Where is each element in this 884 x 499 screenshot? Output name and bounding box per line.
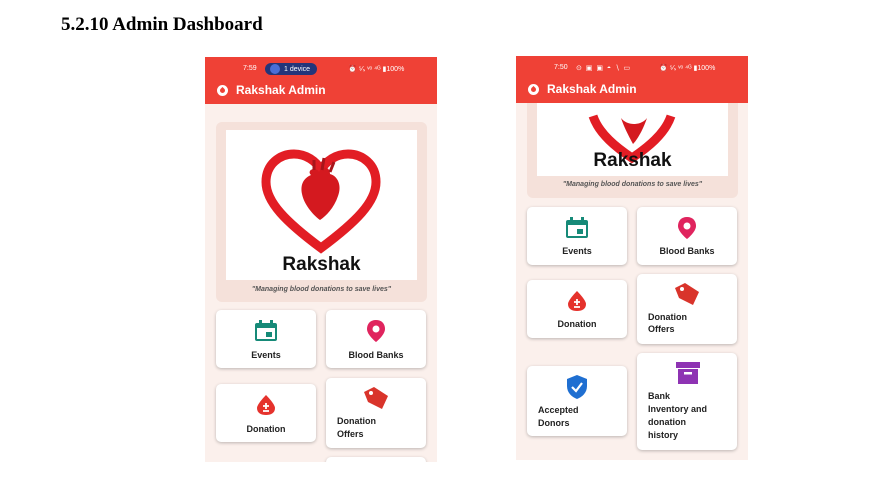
- bank-inventory-label-2: Inventory and: [648, 404, 708, 414]
- status-right: ⏰ ⁵⁄ₛ ᵛᵒ ⁴ᴳ ▮100%: [659, 65, 716, 72]
- logo-card: Rakshak "Managing blood donations to sav…: [216, 122, 427, 302]
- blood-drop-icon: [528, 83, 539, 95]
- inventory-box-icon: [676, 362, 700, 384]
- brand-name: Rakshak: [593, 150, 672, 171]
- status-time: 7:59: [243, 65, 257, 72]
- donation-label: Donation: [246, 424, 286, 434]
- events-label: Events: [251, 350, 281, 360]
- tag-icon: [675, 283, 699, 305]
- tagline: "Managing blood donations to save lives": [251, 286, 392, 293]
- logo-image: Rakshak: [226, 130, 417, 280]
- blood-banks-tile[interactable]: Blood Banks: [637, 207, 737, 265]
- bank-inventory-label-3: donation: [648, 417, 686, 427]
- blood-banks-tile[interactable]: Blood Banks: [326, 310, 426, 368]
- calendar-icon: [255, 320, 277, 341]
- bank-inventory-tile[interactable]: Bank Inventory and donation history: [637, 353, 737, 450]
- app-bar: 7:59 1 device ⏰ ⁵⁄ₛ ᵛᵒ ⁴ᴳ ▮100% Rakshak …: [205, 57, 437, 104]
- donation-offers-label-1: Donation: [648, 312, 687, 322]
- app-title: Rakshak Admin: [547, 82, 637, 96]
- events-label: Events: [562, 246, 592, 256]
- events-tile[interactable]: Events: [527, 207, 627, 265]
- accepted-donors-label-2: Donors: [538, 418, 570, 428]
- app-bar: 7:50 ⊙ ▣ ▣ ◓ ∖ ▭ ⏰ ⁵⁄ₛ ᵛᵒ ⁴ᴳ ▮100% Raksh…: [516, 56, 748, 103]
- brand-name: Rakshak: [282, 254, 361, 275]
- app-title-row: Rakshak Admin: [217, 83, 326, 97]
- tagline: "Managing blood donations to save lives": [562, 181, 703, 188]
- phone-screenshot-2: Rakshak "Managing blood donations to sav…: [516, 56, 748, 460]
- app-title: Rakshak Admin: [236, 83, 326, 97]
- donation-label: Donation: [557, 319, 597, 329]
- calendar-icon: [566, 217, 588, 238]
- device-pill: 1 device: [265, 63, 318, 75]
- blood-drop-plus-icon: [257, 395, 275, 415]
- status-right: ⏰ ⁵⁄ₛ ᵛᵒ ⁴ᴳ ▮100%: [348, 66, 405, 73]
- person-icon: [270, 64, 280, 74]
- location-pin-icon: [367, 320, 385, 342]
- accepted-donors-tile[interactable]: Accepted Donors: [527, 366, 627, 436]
- logo-image: Rakshak: [537, 96, 728, 176]
- verified-shield-icon: [567, 375, 587, 399]
- donation-offers-label-2: Offers: [337, 429, 364, 439]
- notification-icons: ⊙ ▣ ▣ ◓ ∖ ▭: [576, 65, 632, 72]
- location-pin-icon: [678, 217, 696, 239]
- donation-tile[interactable]: Donation: [216, 384, 316, 442]
- bank-inventory-label-4: history: [648, 430, 679, 440]
- donation-offers-tile[interactable]: Donation Offers: [637, 274, 737, 344]
- events-tile[interactable]: Events: [216, 310, 316, 368]
- donation-tile[interactable]: Donation: [527, 280, 627, 338]
- blood-banks-label: Blood Banks: [348, 350, 404, 360]
- device-pill-label: 1 device: [284, 65, 311, 73]
- accepted-donors-label-1: Accepted: [538, 405, 579, 415]
- status-time: 7:50: [554, 64, 568, 71]
- donation-offers-label-2: Offers: [648, 324, 675, 334]
- section-heading: 5.2.10 Admin Dashboard: [61, 14, 263, 35]
- blood-drop-icon: [217, 84, 228, 96]
- next-tile-partial[interactable]: [326, 457, 426, 462]
- donation-offers-tile[interactable]: Donation Offers: [326, 378, 426, 448]
- tag-icon: [364, 387, 388, 409]
- phone-screenshot-1: 7:59 1 device ⏰ ⁵⁄ₛ ᵛᵒ ⁴ᴳ ▮100% Rakshak …: [205, 57, 437, 462]
- donation-offers-label-1: Donation: [337, 416, 376, 426]
- app-title-row: Rakshak Admin: [528, 82, 637, 96]
- logo-card: Rakshak "Managing blood donations to sav…: [527, 96, 738, 198]
- blood-banks-label: Blood Banks: [659, 246, 715, 256]
- bank-inventory-label-1: Bank: [648, 391, 671, 401]
- blood-drop-plus-icon: [568, 291, 586, 311]
